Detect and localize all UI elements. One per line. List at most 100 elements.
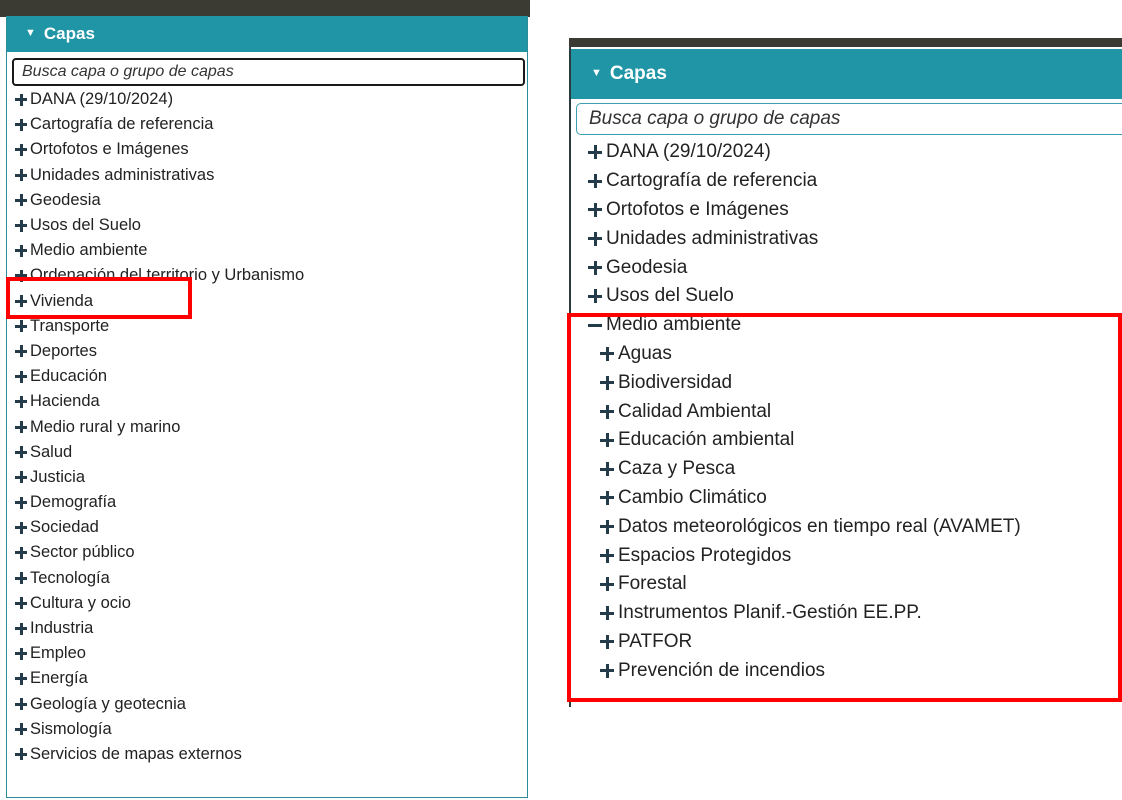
plus-icon[interactable] [15,647,27,660]
layer-group-usos-suelo[interactable]: Usos del Suelo [588,282,1122,311]
layer-subgroup-avamet[interactable]: Datos meteorológicos en tiempo real (AVA… [600,512,1122,541]
plus-icon[interactable] [15,194,27,207]
plus-icon[interactable] [600,519,614,534]
layers-panel-header[interactable]: ▼ Capas [571,49,1122,99]
layer-group-dana[interactable]: DANA (29/10/2024) [15,87,527,112]
plus-icon[interactable] [15,622,27,635]
layer-group-label: Ortofotos e Imágenes [30,140,189,159]
plus-icon[interactable] [15,572,27,585]
layer-subgroup-aguas[interactable]: Aguas [600,340,1122,369]
plus-icon[interactable] [600,606,614,621]
layer-group-medio-ambiente[interactable]: Medio ambiente [15,238,527,263]
plus-icon[interactable] [588,174,602,189]
plus-icon[interactable] [15,143,27,156]
layer-group-cartografia[interactable]: Cartografía de referencia [588,167,1122,196]
layer-search-input[interactable] [576,103,1122,135]
layer-group-medio-rural[interactable]: Medio rural y marino [15,414,527,439]
plus-icon[interactable] [15,471,27,484]
layer-group-ordenacion[interactable]: Ordenación del territorio y Urbanismo [15,263,527,288]
layer-group-geodesia[interactable]: Geodesia [588,253,1122,282]
layers-panel-header[interactable]: ▼ Capas [7,16,527,52]
layer-subgroup-cambio-climatico[interactable]: Cambio Climático [600,484,1122,513]
plus-icon[interactable] [15,370,27,383]
plus-icon[interactable] [15,118,27,131]
plus-icon[interactable] [600,577,614,592]
plus-icon[interactable] [15,446,27,459]
plus-icon[interactable] [15,169,27,182]
layer-group-salud[interactable]: Salud [15,440,527,465]
plus-icon[interactable] [15,521,27,534]
plus-icon[interactable] [15,93,27,106]
layer-group-unidades[interactable]: Unidades administrativas [15,163,527,188]
plus-icon[interactable] [15,723,27,736]
layer-group-empleo[interactable]: Empleo [15,641,527,666]
plus-icon[interactable] [588,202,602,217]
plus-icon[interactable] [588,260,602,275]
layer-subgroup-espacios-protegidos[interactable]: Espacios Protegidos [600,541,1122,570]
caret-down-icon[interactable]: ▼ [591,67,602,79]
plus-icon[interactable] [600,490,614,505]
layer-group-tecnologia[interactable]: Tecnología [15,566,527,591]
layer-subgroup-patfor[interactable]: PATFOR [600,628,1122,657]
layer-group-cultura[interactable]: Cultura y ocio [15,591,527,616]
plus-icon[interactable] [15,597,27,610]
plus-icon[interactable] [600,404,614,419]
layer-group-ortofotos[interactable]: Ortofotos e Imágenes [15,137,527,162]
plus-icon[interactable] [15,244,27,257]
layer-subgroup-instrumentos-planif[interactable]: Instrumentos Planif.-Gestión EE.PP. [600,599,1122,628]
plus-icon[interactable] [15,345,27,358]
plus-icon[interactable] [588,289,602,304]
layer-group-servicios-externos[interactable]: Servicios de mapas externos [15,742,527,767]
layer-group-transporte[interactable]: Transporte [15,314,527,339]
plus-icon[interactable] [588,145,602,160]
layer-group-vivienda[interactable]: Vivienda [15,289,527,314]
minus-icon[interactable] [588,318,602,332]
plus-icon[interactable] [600,375,614,390]
layer-subgroup-educacion-ambiental[interactable]: Educación ambiental [600,426,1122,455]
layer-group-geologia[interactable]: Geología y geotecnia [15,692,527,717]
layer-group-sociedad[interactable]: Sociedad [15,515,527,540]
layer-group-sector-publico[interactable]: Sector público [15,540,527,565]
plus-icon[interactable] [15,295,27,308]
layer-group-deportes[interactable]: Deportes [15,339,527,364]
layer-group-educacion[interactable]: Educación [15,364,527,389]
layer-group-justicia[interactable]: Justicia [15,465,527,490]
plus-icon[interactable] [600,663,614,678]
plus-icon[interactable] [15,672,27,685]
plus-icon[interactable] [15,219,27,232]
plus-icon[interactable] [15,395,27,408]
plus-icon[interactable] [15,421,27,434]
layer-subgroup-prevencion-incendios[interactable]: Prevención de incendios [600,656,1122,685]
plus-icon[interactable] [15,546,27,559]
layer-group-ortofotos[interactable]: Ortofotos e Imágenes [588,196,1122,225]
caret-down-icon[interactable]: ▼ [25,27,36,39]
plus-icon[interactable] [15,269,27,282]
layer-group-cartografia[interactable]: Cartografía de referencia [15,112,527,137]
plus-icon[interactable] [15,698,27,711]
plus-icon[interactable] [15,496,27,509]
layer-group-hacienda[interactable]: Hacienda [15,389,527,414]
layer-group-industria[interactable]: Industria [15,616,527,641]
layer-group-geodesia[interactable]: Geodesia [15,188,527,213]
layer-subgroup-forestal[interactable]: Forestal [600,570,1122,599]
layer-group-usos-suelo[interactable]: Usos del Suelo [15,213,527,238]
plus-icon[interactable] [600,433,614,448]
layer-subgroup-caza-pesca[interactable]: Caza y Pesca [600,455,1122,484]
layer-search-input[interactable] [12,58,525,86]
layer-group-sismologia[interactable]: Sismología [15,717,527,742]
layer-subgroup-label: Educación ambiental [618,429,795,451]
layer-group-medio-ambiente-expanded[interactable]: Medio ambiente [588,311,1122,340]
plus-icon[interactable] [15,748,27,761]
plus-icon[interactable] [600,634,614,649]
layer-group-unidades[interactable]: Unidades administrativas [588,224,1122,253]
layer-subgroup-calidad-ambiental[interactable]: Calidad Ambiental [600,397,1122,426]
layer-group-energia[interactable]: Energía [15,666,527,691]
plus-icon[interactable] [588,231,602,246]
plus-icon[interactable] [15,320,27,333]
layer-group-demografia[interactable]: Demografía [15,490,527,515]
layer-subgroup-biodiversidad[interactable]: Biodiversidad [600,368,1122,397]
plus-icon[interactable] [600,548,614,563]
layer-group-dana[interactable]: DANA (29/10/2024) [588,138,1122,167]
plus-icon[interactable] [600,462,614,477]
plus-icon[interactable] [600,346,614,361]
